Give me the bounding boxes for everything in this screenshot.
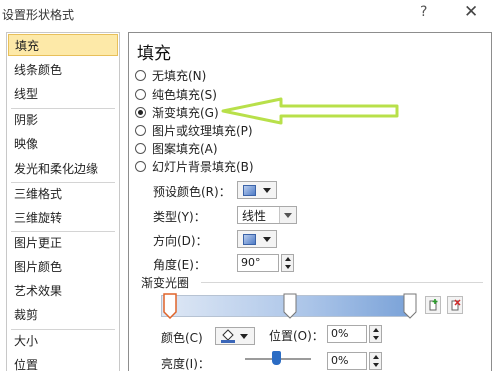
- radio-solid-fill[interactable]: 纯色填充(S): [135, 86, 217, 103]
- type-value: 线性: [242, 208, 267, 223]
- sidebar-item-artistic-effects[interactable]: 艺术效果: [8, 280, 118, 302]
- gradient-stop[interactable]: [403, 293, 417, 319]
- sidebar-item-position[interactable]: 位置: [8, 354, 118, 376]
- angle-input[interactable]: 90°: [237, 254, 279, 272]
- spin-up-icon[interactable]: [282, 255, 293, 263]
- close-button[interactable]: ✕: [464, 2, 478, 22]
- angle-spinner[interactable]: 90°: [237, 254, 294, 272]
- radio-indicator[interactable]: [135, 125, 146, 136]
- remove-gradient-stop-button[interactable]: [447, 296, 463, 314]
- gradient-stop-selected[interactable]: [163, 293, 177, 319]
- radio-indicator[interactable]: [135, 107, 146, 118]
- type-select[interactable]: 线性: [237, 206, 297, 224]
- sidebar-item-size[interactable]: 大小: [8, 330, 118, 352]
- radio-label: 渐变填充(G): [152, 106, 219, 120]
- gradient-swatch-icon: [243, 184, 256, 196]
- sidebar-item-3d-format[interactable]: 三维格式: [8, 183, 118, 205]
- radio-indicator[interactable]: [135, 70, 146, 81]
- sidebar-item-line-style[interactable]: 线型: [8, 83, 118, 105]
- paint-bucket-icon: [221, 329, 235, 343]
- direction-dropdown[interactable]: [237, 230, 277, 248]
- sidebar-item-reflection[interactable]: 映像: [8, 133, 118, 155]
- radio-label: 幻灯片背景填充(B): [152, 160, 254, 174]
- radio-pattern-fill[interactable]: 图案填充(A): [135, 140, 218, 157]
- chevron-down-icon: [263, 236, 271, 242]
- dialog-title: 设置形状格式: [2, 8, 75, 22]
- section-divider: [201, 282, 483, 283]
- sidebar-item-fill[interactable]: 填充: [8, 34, 118, 56]
- add-gradient-stop-button[interactable]: [425, 296, 441, 314]
- brightness-input[interactable]: 0%: [327, 352, 367, 370]
- brightness-label: 亮度(I)：: [161, 357, 210, 371]
- help-button[interactable]: ?: [420, 4, 427, 20]
- spin-buttons[interactable]: [369, 325, 382, 343]
- color-picker-button[interactable]: [215, 327, 255, 345]
- panel-title: 填充: [137, 44, 171, 64]
- sidebar-item-shadow[interactable]: 阴影: [8, 109, 118, 131]
- radio-indicator[interactable]: [135, 143, 146, 154]
- chevron-down-icon: [279, 207, 296, 223]
- radio-label: 图案填充(A): [152, 142, 218, 156]
- sidebar-item-3d-rotation[interactable]: 三维旋转: [8, 207, 118, 229]
- spin-up-icon[interactable]: [370, 326, 381, 334]
- position-spinner[interactable]: 0%: [327, 325, 382, 343]
- gradient-swatch-icon: [243, 233, 256, 245]
- title-bar: 设置形状格式 ? ✕: [0, 0, 498, 28]
- spin-down-icon[interactable]: [370, 361, 381, 369]
- angle-label: 角度(E)：: [153, 258, 206, 272]
- spin-buttons[interactable]: [369, 352, 382, 370]
- sidebar-item-crop[interactable]: 裁剪: [8, 304, 118, 326]
- radio-label: 无填充(N): [152, 69, 207, 83]
- gradient-stop[interactable]: [283, 293, 297, 319]
- brightness-spinner[interactable]: 0%: [327, 352, 382, 370]
- radio-no-fill[interactable]: 无填充(N): [135, 67, 206, 84]
- position-input[interactable]: 0%: [327, 325, 367, 343]
- spin-buttons[interactable]: [281, 254, 294, 272]
- direction-label: 方向(D)：: [153, 234, 208, 248]
- category-sidebar: 填充 线条颜色 线型 阴影 映像 发光和柔化边缘 三维格式 三维旋转 图片更正 …: [6, 32, 120, 372]
- preset-colors-label: 预设颜色(R)：: [153, 185, 231, 199]
- radio-gradient-fill[interactable]: 渐变填充(G): [135, 104, 219, 121]
- chevron-down-icon: [263, 187, 271, 193]
- annotation-arrow: [221, 97, 399, 125]
- add-stop-icon: [429, 299, 438, 311]
- radio-indicator[interactable]: [135, 89, 146, 100]
- gradient-stops-label: 渐变光圈: [141, 276, 190, 290]
- fill-panel: 填充 无填充(N) 纯色填充(S) 渐变填充(G) 图片或纹理填充(P) 图案填…: [128, 32, 492, 371]
- color-label: 颜色(C): [161, 331, 203, 345]
- radio-indicator[interactable]: [135, 161, 146, 172]
- chevron-down-icon: [240, 333, 248, 339]
- remove-stop-icon: [451, 299, 461, 311]
- radio-label: 纯色填充(S): [152, 88, 217, 102]
- brightness-slider-thumb[interactable]: [272, 351, 281, 365]
- spin-up-icon[interactable]: [370, 353, 381, 361]
- sidebar-item-glow[interactable]: 发光和柔化边缘: [8, 158, 118, 180]
- sidebar-item-picture-color[interactable]: 图片颜色: [8, 256, 118, 278]
- type-label: 类型(Y)：: [153, 210, 206, 224]
- position-label: 位置(O)：: [269, 329, 324, 343]
- spin-down-icon[interactable]: [370, 334, 381, 342]
- sidebar-item-picture-corrections[interactable]: 图片更正: [8, 232, 118, 254]
- preset-colors-dropdown[interactable]: [237, 181, 277, 199]
- sidebar-item-line-color[interactable]: 线条颜色: [8, 59, 118, 81]
- radio-slide-background-fill[interactable]: 幻灯片背景填充(B): [135, 158, 254, 175]
- spin-down-icon[interactable]: [282, 263, 293, 271]
